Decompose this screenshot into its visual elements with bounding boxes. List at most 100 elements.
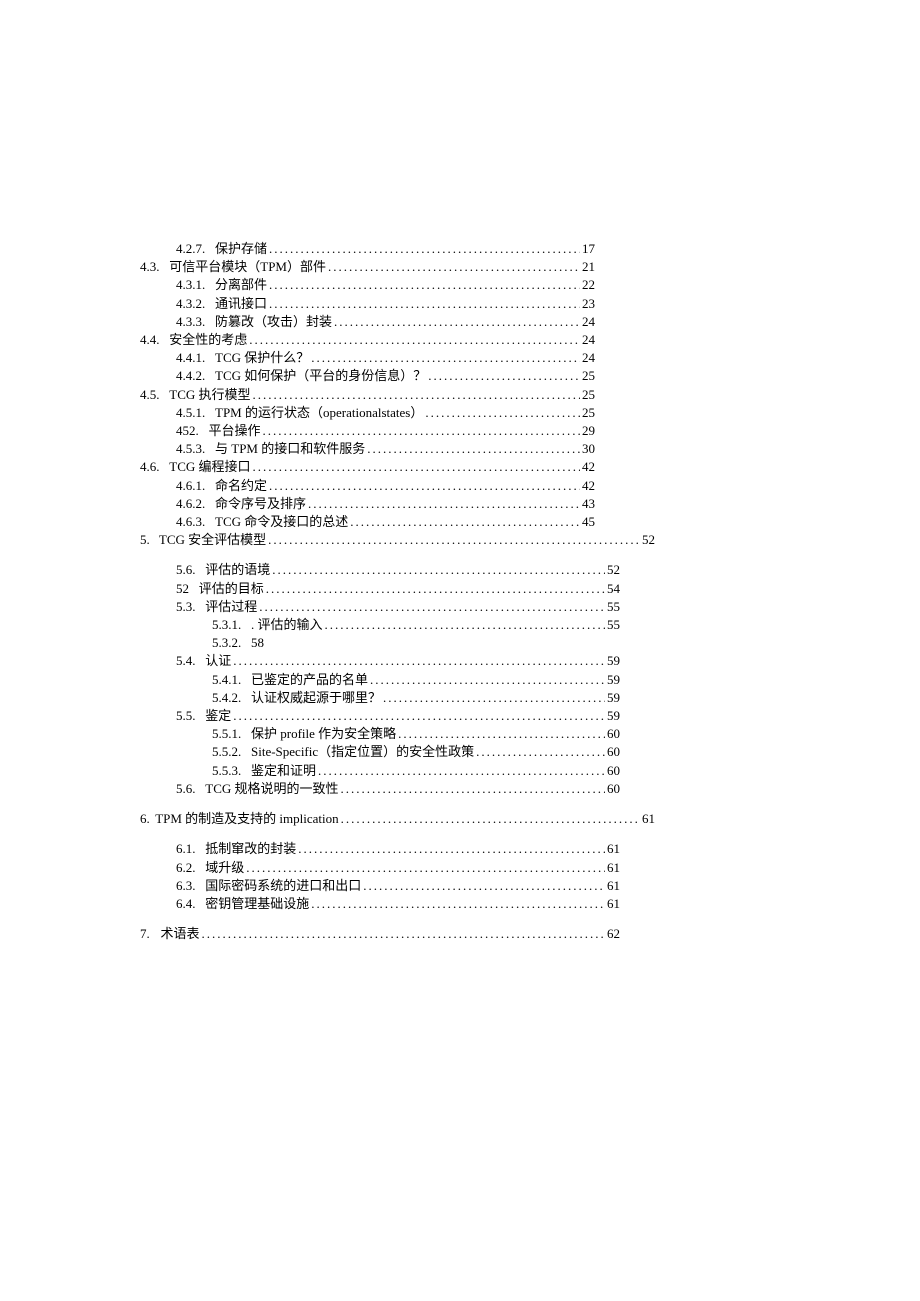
- toc-title: TPM 的制造及支持的 implication: [155, 810, 338, 828]
- toc-page-number: 25: [582, 367, 595, 385]
- toc-entry: 452. 平台操作 29: [140, 422, 595, 440]
- toc-number: 4.4.2.: [176, 367, 205, 385]
- toc-number: 4.2.7.: [176, 240, 205, 258]
- toc-entry: 4.4. 安全性的考虑24: [140, 331, 595, 349]
- toc-leader-dots: [202, 925, 605, 943]
- toc-title: TCG 执行模型: [169, 386, 250, 404]
- toc-title: 防篡改（攻击）封装: [215, 313, 332, 331]
- toc-title: 命令序号及排序: [215, 495, 306, 513]
- toc-page-number: 42: [582, 477, 595, 495]
- toc-title: TCG 保护什么？: [215, 349, 309, 367]
- toc-number: 5.6.: [176, 780, 196, 798]
- toc-number: 5.5.3.: [212, 762, 241, 780]
- toc-leader-dots: [311, 349, 580, 367]
- toc-title: TCG 如何保护（平台的身份信息）？: [215, 367, 426, 385]
- toc-number: 4.6.3.: [176, 513, 205, 531]
- toc-page-number: 60: [607, 743, 620, 761]
- toc-page-number: 61: [607, 877, 620, 895]
- toc-title: TCG 命令及接口的总述: [215, 513, 348, 531]
- toc-title: 鉴定: [205, 707, 231, 725]
- toc-number: 52: [176, 580, 189, 598]
- toc-entry: 4.2.7. 保护存储17: [140, 240, 595, 258]
- toc-leader-dots: [311, 895, 605, 913]
- toc-entry: 4.5.1. TPM 的运行状态（operationalstates） 25: [140, 404, 595, 422]
- toc-entry: 5.5. 鉴定59: [140, 707, 620, 725]
- toc-page-number: 52: [642, 531, 655, 549]
- toc-entry: 4.5. TCG 执行模型 25: [140, 386, 595, 404]
- toc-entry: 6.2. 域升级61: [140, 859, 620, 877]
- toc-page-number: 61: [642, 810, 655, 828]
- toc-entry: 4.6.3. TCG 命令及接口的总述 45: [140, 513, 595, 531]
- toc-entry: 6. TPM 的制造及支持的 implication 61: [140, 810, 655, 828]
- toc-title: 认证: [205, 652, 231, 670]
- toc-title: 术语表: [161, 925, 200, 943]
- toc-number: 5.5.1.: [212, 725, 241, 743]
- toc-entry: 4.6. TCG 编程接口 42: [140, 458, 595, 476]
- toc-leader-dots: [269, 477, 580, 495]
- toc-leader-dots: [334, 313, 580, 331]
- toc-page-number: 61: [607, 895, 620, 913]
- toc-leader-dots: [383, 689, 605, 707]
- toc-entry: 4.3.3. 防篡改（攻击）封装 24: [140, 313, 595, 331]
- toc-page-number: 59: [607, 671, 620, 689]
- toc-leader-dots: [272, 561, 605, 579]
- toc-number: 6.1.: [176, 840, 196, 858]
- toc-page-number: 42: [582, 458, 595, 476]
- toc-container: 4.2.7. 保护存储174.3. 可信平台模块（TPM）部件 214.3.1.…: [140, 240, 760, 943]
- toc-entry: 5.3. 评估过程55: [140, 598, 620, 616]
- toc-entry: 6.4. 密钥管理基础设施 61: [140, 895, 620, 913]
- toc-leader-dots: [398, 725, 605, 743]
- toc-entry: 4.3. 可信平台模块（TPM）部件 21: [140, 258, 595, 276]
- toc-number: 4.3.3.: [176, 313, 205, 331]
- toc-entry: 5.3.1. . 评估的输入 55: [140, 616, 620, 634]
- toc-page-number: 29: [582, 422, 595, 440]
- toc-leader-dots: [425, 404, 580, 422]
- toc-leader-dots: [266, 580, 605, 598]
- toc-leader-dots: [428, 367, 580, 385]
- toc-entry: 4.4.2. TCG 如何保护（平台的身份信息）？ 25: [140, 367, 595, 385]
- toc-title: 抵制窜改的封装: [205, 840, 296, 858]
- toc-entry: 5.3.2. 58: [140, 634, 620, 652]
- toc-entry: 5.4. 认证59: [140, 652, 620, 670]
- toc-entry: 5.6. 评估的语境52: [140, 561, 620, 579]
- toc-number: 4.6.: [140, 458, 160, 476]
- toc-page-number: 24: [582, 313, 595, 331]
- toc-page-number: 22: [582, 276, 595, 294]
- toc-page-number: 61: [607, 840, 620, 858]
- toc-number: 452.: [176, 422, 199, 440]
- toc-number: 7.: [140, 926, 150, 941]
- toc-number: 5.: [140, 532, 150, 547]
- toc-title: . 评估的输入: [251, 616, 323, 634]
- toc-page-number: 59: [607, 707, 620, 725]
- toc-leader-dots: [233, 707, 605, 725]
- toc-leader-dots: [268, 531, 640, 549]
- toc-entry: 5.TCG 安全评估模型 52: [140, 531, 655, 549]
- toc-number: 4.4.: [140, 331, 160, 349]
- toc-leader-dots: [476, 743, 605, 761]
- toc-leader-dots: [341, 780, 605, 798]
- toc-leader-dots: [269, 295, 580, 313]
- toc-leader-dots: [370, 671, 605, 689]
- toc-number: 5.4.: [176, 652, 196, 670]
- toc-entry: 4.6.2. 命令序号及排序43: [140, 495, 595, 513]
- toc-title: 评估的目标: [199, 580, 264, 598]
- toc-entry: 5.4.1. 已鉴定的产品的名单 59: [140, 671, 620, 689]
- toc-entry: 5.6. TCG 规格说明的一致性 60: [140, 780, 620, 798]
- toc-number: 6.: [140, 811, 150, 826]
- toc-number: 5.6.: [176, 561, 196, 579]
- toc-leader-dots: [325, 616, 605, 634]
- toc-title: 评估过程: [205, 598, 257, 616]
- toc-page-number: 45: [582, 513, 595, 531]
- toc-title: 平台操作: [209, 422, 261, 440]
- toc-entry: 52 评估的目标 54: [140, 580, 620, 598]
- toc-number: 5.3.: [176, 598, 196, 616]
- toc-leader-dots: [328, 258, 580, 276]
- toc-page-number: 60: [607, 725, 620, 743]
- toc-title: Site-Specific（指定位置）的安全性政策: [251, 743, 474, 761]
- toc-leader-dots: [253, 386, 580, 404]
- toc-title: 58: [251, 634, 264, 652]
- toc-leader-dots: [246, 859, 605, 877]
- toc-number: 5.4.2.: [212, 689, 241, 707]
- toc-number: 5.3.2.: [212, 634, 241, 652]
- toc-leader-dots: [363, 877, 605, 895]
